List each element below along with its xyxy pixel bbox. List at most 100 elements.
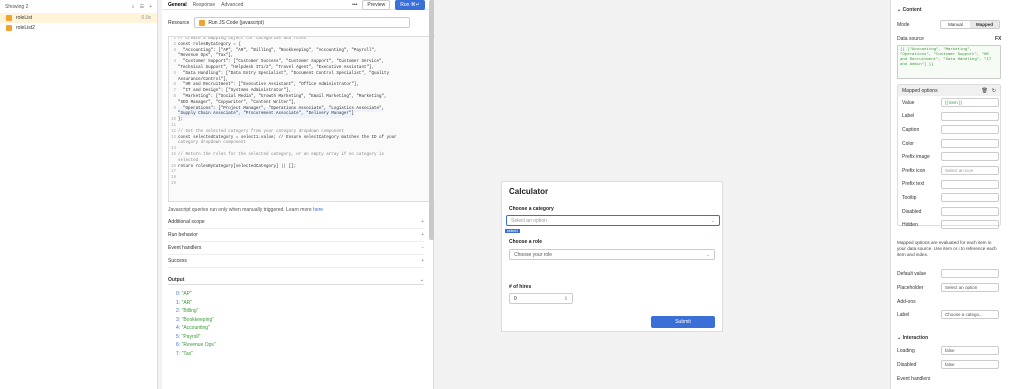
category-placeholder: Select an option (511, 217, 547, 224)
resource-value: Run JS Code (javascript) (208, 19, 264, 26)
output-key: 7: (176, 350, 181, 357)
js-query-icon (6, 15, 12, 21)
mapped-option-input[interactable] (941, 179, 999, 189)
query-time: 0.0s (141, 15, 151, 21)
mapped-option-row: Hidden (898, 218, 1000, 232)
showing-count: Showing 2 (5, 3, 29, 10)
output-key: 4: (176, 325, 181, 331)
add-icon[interactable]: + (149, 4, 152, 10)
output-value: "Billing" (181, 308, 199, 314)
mapped-option-input[interactable] (941, 125, 999, 135)
mapped-option-label: Prefix text (902, 181, 925, 188)
tab-advanced[interactable]: Advanced (221, 2, 243, 8)
refresh-icon[interactable]: ↻ (992, 88, 996, 94)
mapped-option-input[interactable] (941, 138, 999, 148)
addon-label-label: Label (897, 312, 910, 318)
submit-button[interactable]: Submit (651, 316, 715, 328)
output-item: 7: "Tax" (176, 351, 193, 357)
section-run-behavior[interactable]: Run behavior + (168, 229, 424, 242)
tab-general[interactable]: General (168, 2, 187, 8)
mapped-option-label: Prefix icon (902, 167, 926, 174)
mapped-option-input[interactable] (941, 111, 999, 121)
mapped-option-input[interactable] (941, 220, 999, 230)
mapped-option-input[interactable] (941, 152, 999, 162)
mode-manual[interactable]: Manual (941, 21, 970, 28)
run-shortcut: ⌘↵ (410, 2, 420, 8)
addon-label-input[interactable]: Choose a catego... (941, 310, 999, 319)
mapped-option-input[interactable] (941, 206, 999, 216)
tab-response[interactable]: Response (193, 2, 216, 8)
mapped-option-label: Value (902, 99, 915, 106)
mapped-option-row: Color (898, 137, 1000, 151)
more-icon[interactable]: ••• (352, 2, 357, 8)
minus-icon[interactable]: − (421, 245, 424, 251)
section-success[interactable]: Success + (168, 255, 424, 268)
run-button[interactable]: Run ⌘↵ (395, 0, 425, 10)
mapped-option-row: Label (898, 110, 1000, 124)
mapped-option-input[interactable]: Select an icon (941, 165, 999, 175)
category-select[interactable]: Select an option ⌄ (506, 215, 720, 226)
section-event-handlers[interactable]: Event handlers − (168, 242, 424, 255)
plus-icon[interactable]: + (421, 219, 424, 225)
mapped-option-input[interactable] (941, 193, 999, 203)
mapped-option-label: Color (902, 140, 914, 147)
role-select[interactable]: Choose your role ⌄ (509, 249, 715, 260)
query-item[interactable]: roleList 0.0s (0, 13, 157, 23)
filter-icon[interactable]: ☰ (140, 4, 144, 10)
mapped-option-label: Disabled (902, 208, 922, 215)
section-label: Additional scope (168, 219, 205, 225)
interaction-section-title[interactable]: ⌄ Interaction (897, 335, 928, 341)
mapped-option-input[interactable]: {{ item }} (941, 98, 999, 107)
mapped-options-note: Mapped options are evaluated for each it… (897, 240, 997, 257)
hires-value: 0 (514, 295, 517, 302)
query-name: roleList (16, 15, 33, 21)
output-value: "Revenue Ops" (181, 342, 216, 348)
section-label: Event handlers (168, 245, 202, 251)
output-item: 0: "AP" (176, 291, 192, 297)
event-handlers-label: Event handlers (897, 376, 931, 382)
trash-icon[interactable]: 🗑 (981, 88, 987, 94)
search-icon[interactable]: ⌕ (132, 4, 135, 10)
fx-toggle[interactable]: FX (995, 36, 1001, 42)
learn-more-link[interactable]: here (313, 207, 323, 213)
mode-label: Mode (897, 22, 910, 28)
default-value-label: Default value (897, 271, 927, 277)
section-label: Run behavior (168, 232, 198, 238)
inspector-panel: ⌄ Content Mode Manual Mapped Data source … (890, 0, 1024, 389)
line-content: }; (178, 118, 184, 123)
mode-toggle[interactable]: Manual Mapped (940, 20, 1000, 29)
line-number: 19 (170, 181, 176, 186)
section-additional-scope[interactable]: Additional scope + (168, 216, 424, 229)
loading-input[interactable]: false (941, 346, 999, 355)
chevron-down-icon[interactable]: ⌄ (420, 277, 424, 283)
chevron-down-icon: ⌄ (710, 217, 715, 224)
role-label: Choose a role (509, 239, 543, 245)
js-icon (199, 19, 206, 26)
stepper-icon[interactable]: ⇕ (564, 296, 568, 302)
content-label: Content (902, 7, 922, 13)
chevron-down-icon: ⌄ (705, 251, 710, 258)
output-value: "Bookkeeping" (181, 316, 215, 323)
preview-button[interactable]: Preview (362, 0, 391, 10)
data-source-input[interactable]: {{ ["Accounting", "Marketing", "Operatio… (897, 45, 1001, 79)
plus-icon[interactable]: + (421, 232, 424, 238)
resource-select[interactable]: Run JS Code (javascript) (194, 17, 411, 28)
output-key: 2: (176, 308, 181, 314)
content-section-title[interactable]: ⌄ Content (897, 7, 921, 13)
mode-mapped[interactable]: Mapped (970, 21, 999, 28)
hires-input[interactable]: 0 ⇕ (509, 293, 573, 304)
mapped-option-row: Prefix icon Select an icon (898, 164, 1000, 178)
disabled-input[interactable]: false (941, 360, 999, 369)
output-item: 2: "Billing" (176, 308, 198, 314)
placeholder-input[interactable]: Select an option (941, 283, 999, 292)
editor-scrollbar[interactable] (429, 0, 434, 240)
output-key: 0: (176, 291, 181, 297)
query-item[interactable]: roleList2 (0, 23, 157, 33)
output-item: 5: "Payroll" (176, 334, 200, 340)
output-key: 1: (176, 299, 181, 306)
plus-icon[interactable]: + (421, 258, 424, 264)
line-content: category dropdown component (178, 141, 246, 146)
default-value-input[interactable] (941, 269, 999, 278)
component-badge: select1 (505, 229, 521, 233)
output-header[interactable]: Output ⌄ (168, 275, 424, 285)
